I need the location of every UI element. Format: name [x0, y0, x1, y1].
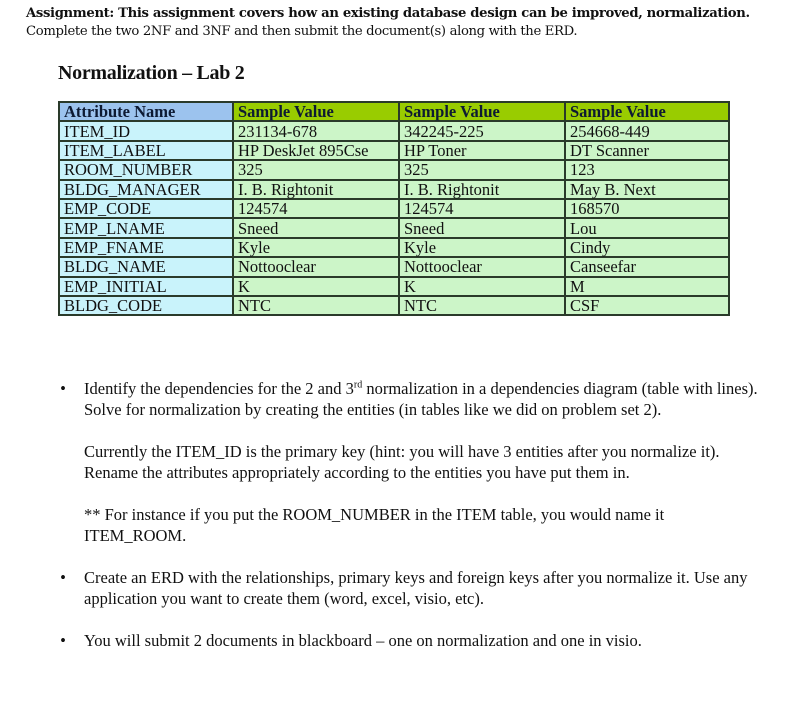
- table-row: ROOM_NUMBER 325 325 123: [58, 159, 730, 181]
- submission-instruction: You will submit 2 documents in blackboar…: [84, 631, 642, 650]
- erd-instruction: Create an ERD with the relationships, pr…: [84, 568, 748, 608]
- list-item-submission: • You will submit 2 documents in blackbo…: [58, 630, 768, 651]
- dependencies-instruction: Identify the dependencies for the 2 and …: [84, 378, 768, 420]
- sample-value-cell: Nottooclear: [232, 256, 400, 278]
- attribute-name-cell: EMP_CODE: [58, 197, 234, 220]
- table-row: EMP_INITIAL K K M: [58, 275, 730, 297]
- sample-value-cell: Kyle: [232, 236, 400, 259]
- sample-value-cell: 168570: [564, 197, 730, 220]
- sample-value-cell: DT Scanner: [564, 139, 730, 162]
- attribute-name-cell: EMP_FNAME: [58, 236, 234, 259]
- primary-key-hint: Currently the ITEM_ID is the primary key…: [84, 442, 720, 482]
- sample-value-cell: May B. Next: [564, 178, 730, 200]
- sample-value-cell: 254668-449: [564, 120, 730, 142]
- sample-value-cell: 342245-225: [398, 120, 566, 142]
- text-part: Identify the dependencies for the 2 and …: [84, 379, 354, 398]
- column-header-sample-3: Sample Value: [564, 100, 730, 123]
- sample-value-cell: NTC: [232, 294, 400, 317]
- sample-value-cell: CSF: [564, 294, 730, 317]
- sample-value-cell: Lou: [564, 217, 730, 239]
- column-header-sample-2: Sample Value: [398, 100, 566, 123]
- table-row: BLDG_MANAGER I. B. Rightonit I. B. Right…: [58, 178, 730, 200]
- bullet-icon: •: [60, 631, 66, 650]
- lab-title: Normalization – Lab 2: [58, 62, 245, 84]
- sample-value-cell: Kyle: [398, 236, 566, 259]
- sample-value-cell: K: [232, 275, 400, 297]
- sample-value-cell: 231134-678: [232, 120, 400, 142]
- sample-value-cell: Nottooclear: [398, 256, 566, 278]
- sample-value-cell: Sneed: [232, 217, 400, 239]
- sample-value-cell: M: [564, 275, 730, 297]
- table-row: ITEM_LABEL HP DeskJet 895Cse HP Toner DT…: [58, 139, 730, 162]
- rename-example-note: ** For instance if you put the ROOM_NUMB…: [84, 505, 665, 545]
- sample-value-cell: NTC: [398, 294, 566, 317]
- attribute-name-cell: ITEM_ID: [58, 120, 234, 142]
- table-row: BLDG_CODE NTC NTC CSF: [58, 294, 730, 317]
- sample-value-cell: I. B. Rightonit: [398, 178, 566, 200]
- table-row: BLDG_NAME Nottooclear Nottooclear Cansee…: [58, 256, 730, 278]
- normalization-table: Attribute Name Sample Value Sample Value…: [58, 100, 730, 317]
- attribute-name-cell: EMP_INITIAL: [58, 275, 234, 297]
- assignment-header: Assignment: This assignment covers how a…: [26, 5, 750, 41]
- ordinal-suffix: rd: [353, 379, 363, 391]
- list-item-erd: • Create an ERD with the relationships, …: [58, 567, 768, 609]
- attribute-name-cell: BLDG_MANAGER: [58, 178, 234, 200]
- sample-value-cell: 123: [564, 159, 730, 181]
- bullet-icon: •: [60, 379, 66, 398]
- attribute-name-cell: ROOM_NUMBER: [58, 159, 234, 181]
- sample-value-cell: Cindy: [564, 236, 730, 259]
- sample-value-cell: 325: [398, 159, 566, 181]
- sample-value-cell: 124574: [398, 197, 566, 220]
- sample-value-cell: I. B. Rightonit: [232, 178, 400, 200]
- table-row: EMP_LNAME Sneed Sneed Lou: [58, 217, 730, 239]
- attribute-name-cell: EMP_LNAME: [58, 217, 234, 239]
- attribute-name-cell: ITEM_LABEL: [58, 139, 234, 162]
- table-row: EMP_CODE 124574 124574 168570: [58, 197, 730, 220]
- assignment-instructions: Complete the two 2NF and 3NF and then su…: [26, 24, 578, 39]
- sample-value-cell: Canseefar: [564, 256, 730, 278]
- assignment-intro: Assignment: This assignment covers how a…: [26, 6, 750, 21]
- attribute-name-cell: BLDG_NAME: [58, 256, 234, 278]
- sample-value-cell: 124574: [232, 197, 400, 220]
- instructions-list: • Identify the dependencies for the 2 an…: [58, 378, 768, 651]
- table-header-row: Attribute Name Sample Value Sample Value…: [58, 100, 730, 123]
- sample-value-cell: Sneed: [398, 217, 566, 239]
- sample-value-cell: HP DeskJet 895Cse: [232, 139, 400, 162]
- column-header-sample-1: Sample Value: [232, 100, 400, 123]
- attribute-name-cell: BLDG_CODE: [58, 294, 234, 317]
- list-item-dependencies: • Identify the dependencies for the 2 an…: [58, 378, 768, 546]
- sample-value-cell: K: [398, 275, 566, 297]
- column-header-attribute: Attribute Name: [58, 100, 234, 123]
- table-row: EMP_FNAME Kyle Kyle Cindy: [58, 236, 730, 259]
- sample-value-cell: HP Toner: [398, 139, 566, 162]
- sample-value-cell: 325: [232, 159, 400, 181]
- table-row: ITEM_ID 231134-678 342245-225 254668-449: [58, 120, 730, 142]
- bullet-icon: •: [60, 568, 66, 587]
